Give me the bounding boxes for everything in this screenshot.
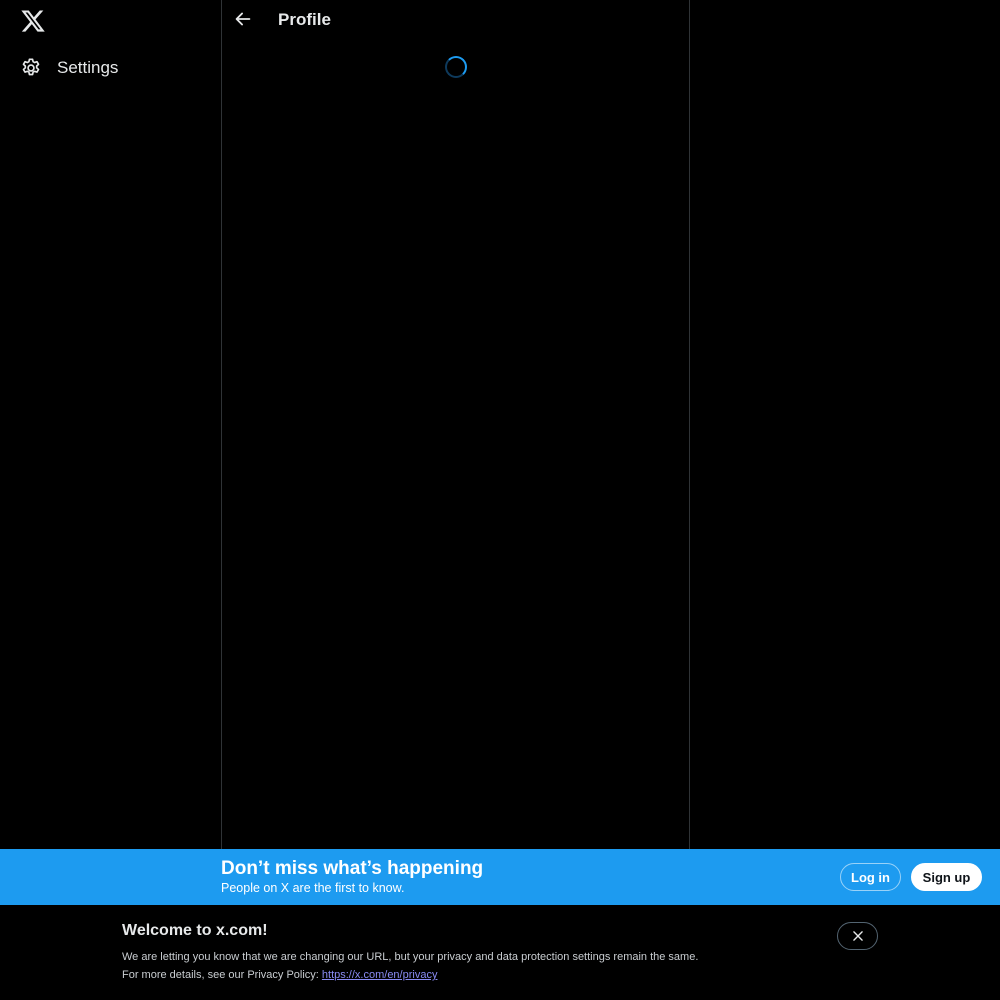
signup-prompt-bar: Don’t miss what’s happening People on X … [0,849,1000,905]
privacy-policy-link[interactable]: https://x.com/en/privacy [322,969,438,981]
nav-item-settings[interactable]: Settings [20,52,118,84]
privacy-notice: For more details, see our Privacy Policy… [122,969,437,981]
main-column: Profile [221,0,690,849]
welcome-message: We are letting you know that we are chan… [122,951,699,963]
close-button[interactable] [837,922,878,950]
welcome-banner: Welcome to x.com! We are letting you kno… [0,905,1000,1000]
privacy-notice-prefix: For more details, see our Privacy Policy… [122,969,322,981]
loading-spinner-icon [445,56,467,78]
page-header: Profile [222,0,689,42]
x-logo-icon[interactable] [20,8,46,34]
signup-button[interactable]: Sign up [911,863,982,891]
back-button[interactable] [232,8,254,30]
prompt-subline: People on X are the first to know. [221,881,405,895]
prompt-headline: Don’t miss what’s happening [221,858,484,879]
login-button[interactable]: Log in [840,863,901,891]
gear-icon [20,57,42,79]
welcome-title: Welcome to x.com! [122,922,268,939]
nav-item-label: Settings [57,58,119,77]
close-icon [852,931,863,941]
page-title: Profile [278,10,331,29]
left-nav: Settings [0,0,221,849]
arrow-left-icon [235,12,251,26]
